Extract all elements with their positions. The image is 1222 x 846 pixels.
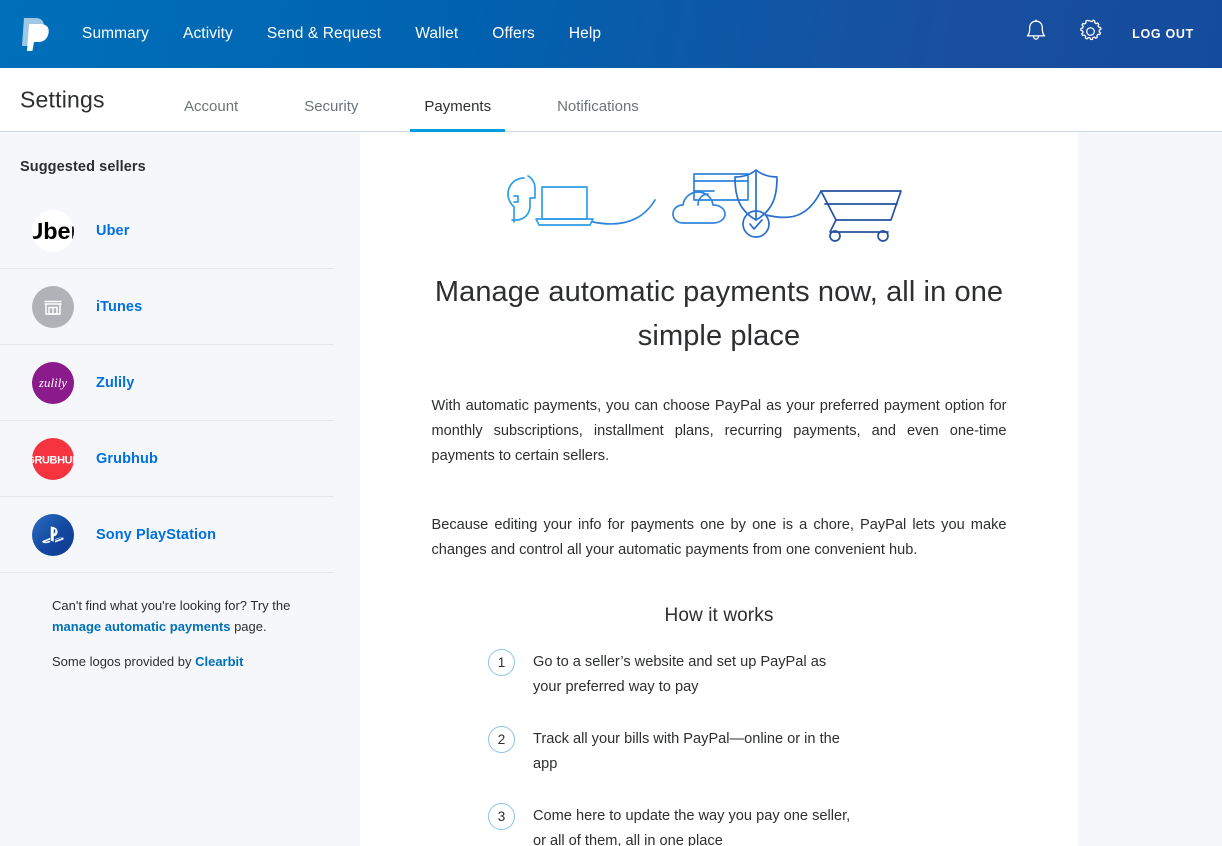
how-it-works-title: How it works: [664, 605, 774, 626]
playstation-logo-icon: [32, 513, 74, 556]
paypal-logo[interactable]: [18, 14, 52, 54]
seller-item-sony-playstation[interactable]: Sony PlayStation: [0, 497, 334, 573]
nav-utility-group: LOG OUT: [1023, 0, 1222, 68]
seller-item-zulily[interactable]: zulily Zulily: [0, 345, 334, 421]
page-title: Settings: [20, 86, 105, 112]
manage-payments-hint: Can't find what you're looking for? Try …: [52, 595, 330, 637]
step-description: Track all your bills with PayPal—online …: [533, 731, 840, 772]
svg-text:Uber: Uber: [32, 218, 74, 244]
seller-name-label: iTunes: [96, 298, 143, 315]
nav-link-activity[interactable]: Activity: [183, 19, 233, 49]
how-it-works-steps: 1 Go to a seller’s website and set up Pa…: [488, 649, 1078, 846]
seller-name-label: Grubhub: [96, 450, 158, 467]
uber-logo-icon: Uber: [32, 209, 74, 252]
sidebar-footer: Can't find what you're looking for? Try …: [0, 573, 360, 672]
logo-attribution: Some logos provided by Clearbit: [52, 651, 330, 672]
seller-name-label: Zulily: [96, 374, 135, 391]
seller-item-uber[interactable]: Uber Uber: [0, 193, 334, 269]
step-item: 1 Go to a seller’s website and set up Pa…: [488, 649, 1078, 700]
step-number-badge: 1: [488, 649, 515, 676]
suggested-sellers-sidebar: Suggested sellers Uber Uber: [0, 132, 360, 846]
sidebar-heading: Suggested sellers: [20, 159, 146, 175]
right-gutter: [1078, 132, 1222, 846]
seller-name-label: Uber: [96, 222, 130, 239]
logout-button[interactable]: LOG OUT: [1132, 27, 1194, 41]
tab-payments[interactable]: Payments: [410, 98, 505, 132]
bell-icon[interactable]: [1023, 18, 1049, 51]
gear-icon[interactable]: [1077, 18, 1104, 50]
nav-link-send-request[interactable]: Send & Request: [267, 19, 381, 49]
grubhub-logo-icon: GRUBHUB: [32, 437, 74, 480]
clearbit-link[interactable]: Clearbit: [195, 654, 243, 669]
step-description: Go to a seller’s website and set up PayP…: [533, 654, 827, 695]
svg-text:GRUBHUB: GRUBHUB: [32, 454, 74, 466]
step-number-badge: 2: [488, 726, 515, 753]
step-item: 3 Come here to update the way you pay on…: [488, 803, 1078, 846]
seller-list: Uber Uber iTunes: [0, 193, 360, 573]
nav-link-summary[interactable]: Summary: [82, 19, 149, 49]
seller-item-grubhub[interactable]: GRUBHUB Grubhub: [0, 421, 334, 497]
storefront-placeholder-icon: [32, 285, 74, 328]
payments-promo-card: Manage automatic payments now, all in on…: [360, 132, 1078, 846]
hint-prefix-text: Can't find what you're looking for? Try …: [52, 598, 291, 613]
attribution-prefix-text: Some logos provided by: [52, 654, 196, 669]
promo-headline: Manage automatic payments now, all in on…: [434, 276, 1004, 352]
step-number-badge: 3: [488, 803, 515, 830]
settings-tab-bar: Settings Account Security Payments Notif…: [0, 68, 1222, 132]
settings-tabs: Account Security Payments Notifications: [170, 68, 691, 132]
promo-paragraph-1: With automatic payments, you can choose …: [431, 398, 1007, 464]
seller-item-itunes[interactable]: iTunes: [0, 269, 334, 345]
tab-notifications[interactable]: Notifications: [543, 98, 653, 131]
tab-security[interactable]: Security: [290, 98, 372, 131]
automatic-payments-flow-illustration: [360, 132, 1078, 250]
step-description: Come here to update the way you pay one …: [533, 808, 851, 846]
nav-link-offers[interactable]: Offers: [492, 19, 535, 49]
hint-suffix-text: page.: [230, 619, 267, 634]
primary-nav-links: Summary Activity Send & Request Wallet O…: [82, 19, 635, 49]
manage-automatic-payments-link[interactable]: manage automatic payments: [52, 619, 230, 634]
svg-text:zulily: zulily: [38, 375, 67, 390]
step-item: 2 Track all your bills with PayPal—onlin…: [488, 726, 1078, 777]
nav-link-help[interactable]: Help: [569, 19, 601, 49]
tab-account[interactable]: Account: [170, 98, 252, 131]
nav-link-wallet[interactable]: Wallet: [415, 19, 458, 49]
page-body: Suggested sellers Uber Uber: [0, 132, 1222, 846]
top-navigation-bar: Summary Activity Send & Request Wallet O…: [0, 0, 1222, 68]
zulily-logo-icon: zulily: [32, 361, 74, 404]
promo-paragraph-2: Because editing your info for payments o…: [431, 517, 1007, 558]
seller-name-label: Sony PlayStation: [96, 526, 217, 543]
